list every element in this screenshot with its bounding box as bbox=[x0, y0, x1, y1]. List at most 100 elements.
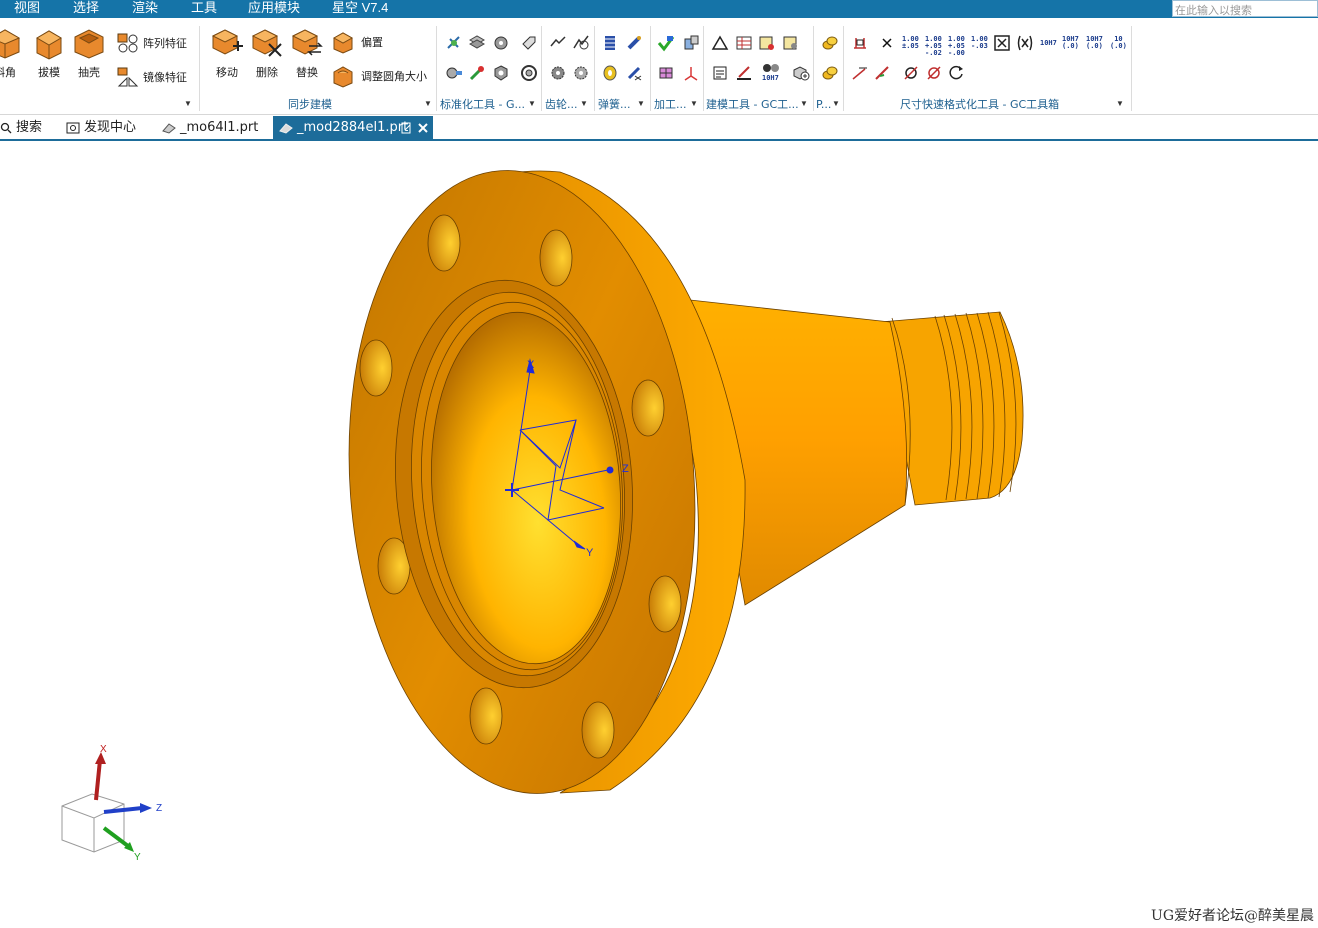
coins-stack-icon[interactable] bbox=[821, 64, 839, 82]
check-mark-icon[interactable] bbox=[657, 34, 675, 52]
move-face-icon bbox=[211, 29, 243, 55]
sheet-tool-icon[interactable] bbox=[758, 34, 776, 52]
pin-icon[interactable] bbox=[468, 64, 486, 82]
bearing-icon[interactable] bbox=[520, 64, 538, 82]
reset-icon[interactable] bbox=[948, 64, 966, 82]
bolt-hole[interactable] bbox=[631, 379, 665, 437]
tolerance-bilateral-button[interactable]: 1.00 +.05 -.02 bbox=[925, 36, 942, 57]
menu-tools[interactable]: 工具 bbox=[191, 0, 217, 18]
fit-h7-paren-button[interactable]: 10H7 (.0) bbox=[1086, 36, 1103, 50]
dimension-edit-icon[interactable] bbox=[874, 64, 892, 82]
cylindrical-spring-icon[interactable] bbox=[601, 34, 619, 52]
tolerance-unilateral-button[interactable]: 1.00 +.05 -.00 bbox=[948, 36, 965, 57]
measure-tool-icon[interactable] bbox=[735, 64, 753, 82]
text-box-icon[interactable] bbox=[711, 64, 729, 82]
p-group-more-icon[interactable]: ▼ bbox=[832, 99, 840, 108]
modeling-group-more-icon[interactable]: ▼ bbox=[800, 99, 808, 108]
diameter-icon[interactable] bbox=[902, 64, 920, 82]
command-search-input[interactable]: 在此输入以搜索 bbox=[1172, 0, 1318, 17]
tolerance-symmetric-button[interactable]: 1.00 ±.05 bbox=[902, 36, 919, 50]
delete-face-button[interactable]: 删除 bbox=[248, 26, 286, 84]
gear-tooth-icon[interactable] bbox=[549, 34, 567, 52]
feature-group-more-icon[interactable]: ▼ bbox=[184, 99, 192, 108]
csys-z-label: Z bbox=[622, 463, 629, 475]
gear-part-icon[interactable] bbox=[492, 34, 510, 52]
sheet-settings-icon[interactable] bbox=[782, 34, 800, 52]
bolt-hole[interactable] bbox=[427, 214, 461, 272]
csys-y-label: Y bbox=[586, 547, 594, 559]
diameter-alt-icon[interactable] bbox=[925, 64, 943, 82]
offset-region-icon bbox=[332, 32, 354, 54]
triangle-icon[interactable] bbox=[711, 34, 729, 52]
watermark: UG爱好者论坛@醉美星晨 bbox=[1151, 908, 1314, 924]
group-separator bbox=[436, 26, 437, 111]
spring-tool-icon[interactable] bbox=[625, 34, 643, 52]
graphics-window[interactable]: X Z Y X Z Y UG爱好者论坛@醉美星晨 bbox=[0, 143, 1318, 928]
tab-part-mo64l1[interactable]: _mo64l1.prt bbox=[162, 116, 266, 141]
close-icon[interactable] bbox=[418, 123, 428, 133]
chamfer-button[interactable]: 斜角 bbox=[0, 26, 24, 84]
sync-group-more-icon[interactable]: ▼ bbox=[424, 99, 432, 108]
part-file-icon bbox=[279, 122, 293, 134]
tab-search[interactable]: 搜索 bbox=[0, 116, 58, 141]
spring-delete-icon[interactable] bbox=[625, 64, 643, 82]
group-separator bbox=[843, 26, 844, 111]
table-grid-icon[interactable] bbox=[735, 34, 753, 52]
add-body-icon[interactable] bbox=[792, 64, 810, 82]
fixture-icon[interactable] bbox=[657, 64, 675, 82]
bolt-hole[interactable] bbox=[539, 229, 573, 287]
menu-select[interactable]: 选择 bbox=[73, 0, 99, 18]
fit-tolerance-button[interactable]: 10H7 bbox=[760, 62, 782, 82]
bolt-hole[interactable] bbox=[359, 339, 393, 397]
spring-group-more-icon[interactable]: ▼ bbox=[637, 99, 645, 108]
bolt-icon[interactable] bbox=[445, 64, 463, 82]
part-stack-icon[interactable] bbox=[682, 34, 700, 52]
fit-deviation-only-button[interactable]: 10 (.0) bbox=[1110, 36, 1127, 50]
move-face-button[interactable]: 移动 bbox=[208, 26, 246, 84]
standard-group-more-icon[interactable]: ▼ bbox=[528, 99, 536, 108]
dimension-slant-icon[interactable] bbox=[851, 64, 869, 82]
boxed-x-icon[interactable] bbox=[993, 34, 1011, 52]
resize-blend-button[interactable]: 调整圆角大小 bbox=[332, 64, 427, 88]
gear-group-more-icon[interactable]: ▼ bbox=[580, 99, 588, 108]
triad-z-label: Z bbox=[156, 803, 162, 814]
draft-button[interactable]: 拔模 bbox=[30, 26, 68, 84]
modeling-tools-group-label: 建模工具 - GC工... bbox=[706, 98, 799, 111]
tag-icon[interactable] bbox=[520, 34, 538, 52]
times-icon[interactable] bbox=[878, 34, 896, 52]
machining-group-more-icon[interactable]: ▼ bbox=[690, 99, 698, 108]
offset-region-button[interactable]: 偏置 bbox=[332, 30, 383, 54]
shell-icon bbox=[74, 29, 104, 59]
discovery-icon bbox=[66, 122, 80, 133]
coins-icon[interactable] bbox=[821, 34, 839, 52]
nut-icon[interactable] bbox=[492, 64, 510, 82]
bolt-hole[interactable] bbox=[581, 701, 615, 759]
gear-mesh-icon[interactable] bbox=[572, 34, 590, 52]
dimension-align-icon[interactable] bbox=[851, 34, 869, 52]
menu-applications[interactable]: 应用模块 bbox=[248, 0, 300, 18]
layers-icon[interactable] bbox=[468, 34, 486, 52]
pattern-feature-button[interactable]: 阵列特征 bbox=[116, 31, 187, 55]
menu-view[interactable]: 视图 bbox=[14, 0, 40, 18]
fit-h7-button[interactable]: 10H7 bbox=[1040, 40, 1057, 47]
reference-x-icon[interactable] bbox=[1016, 34, 1034, 52]
disc-spring-icon[interactable] bbox=[601, 64, 619, 82]
menu-render[interactable]: 渲染 bbox=[132, 0, 158, 18]
menu-xingkong[interactable]: 星空 V7.4 bbox=[332, 0, 388, 18]
spur-gear-icon[interactable] bbox=[549, 64, 567, 82]
dimension-group-more-icon[interactable]: ▼ bbox=[1116, 99, 1124, 108]
fit-h7-deviation-button[interactable]: 10H7 (.0) bbox=[1062, 36, 1079, 50]
document-tab-bar: 搜索 发现中心 _mo64l1.prt _mod2884el1.prt bbox=[0, 116, 1318, 141]
bolt-hole[interactable] bbox=[648, 575, 682, 633]
bolt-hole[interactable] bbox=[469, 687, 503, 745]
mirror-feature-button[interactable]: 镜像特征 bbox=[116, 65, 187, 89]
bevel-gear-icon[interactable] bbox=[572, 64, 590, 82]
tab-discovery-center[interactable]: 发现中心 bbox=[66, 116, 152, 141]
datum-icon[interactable] bbox=[682, 64, 700, 82]
shell-button[interactable]: 抽壳 bbox=[70, 26, 108, 84]
tab-part-mod2884el1[interactable]: _mod2884el1.prt bbox=[273, 116, 433, 141]
tolerance-lower-button[interactable]: 1.00 -.03 bbox=[971, 36, 988, 50]
part-model-view[interactable]: X Z Y X Z Y bbox=[0, 143, 1318, 928]
replace-face-button[interactable]: 替换 bbox=[288, 26, 326, 84]
standard-part-icon[interactable] bbox=[445, 34, 463, 52]
